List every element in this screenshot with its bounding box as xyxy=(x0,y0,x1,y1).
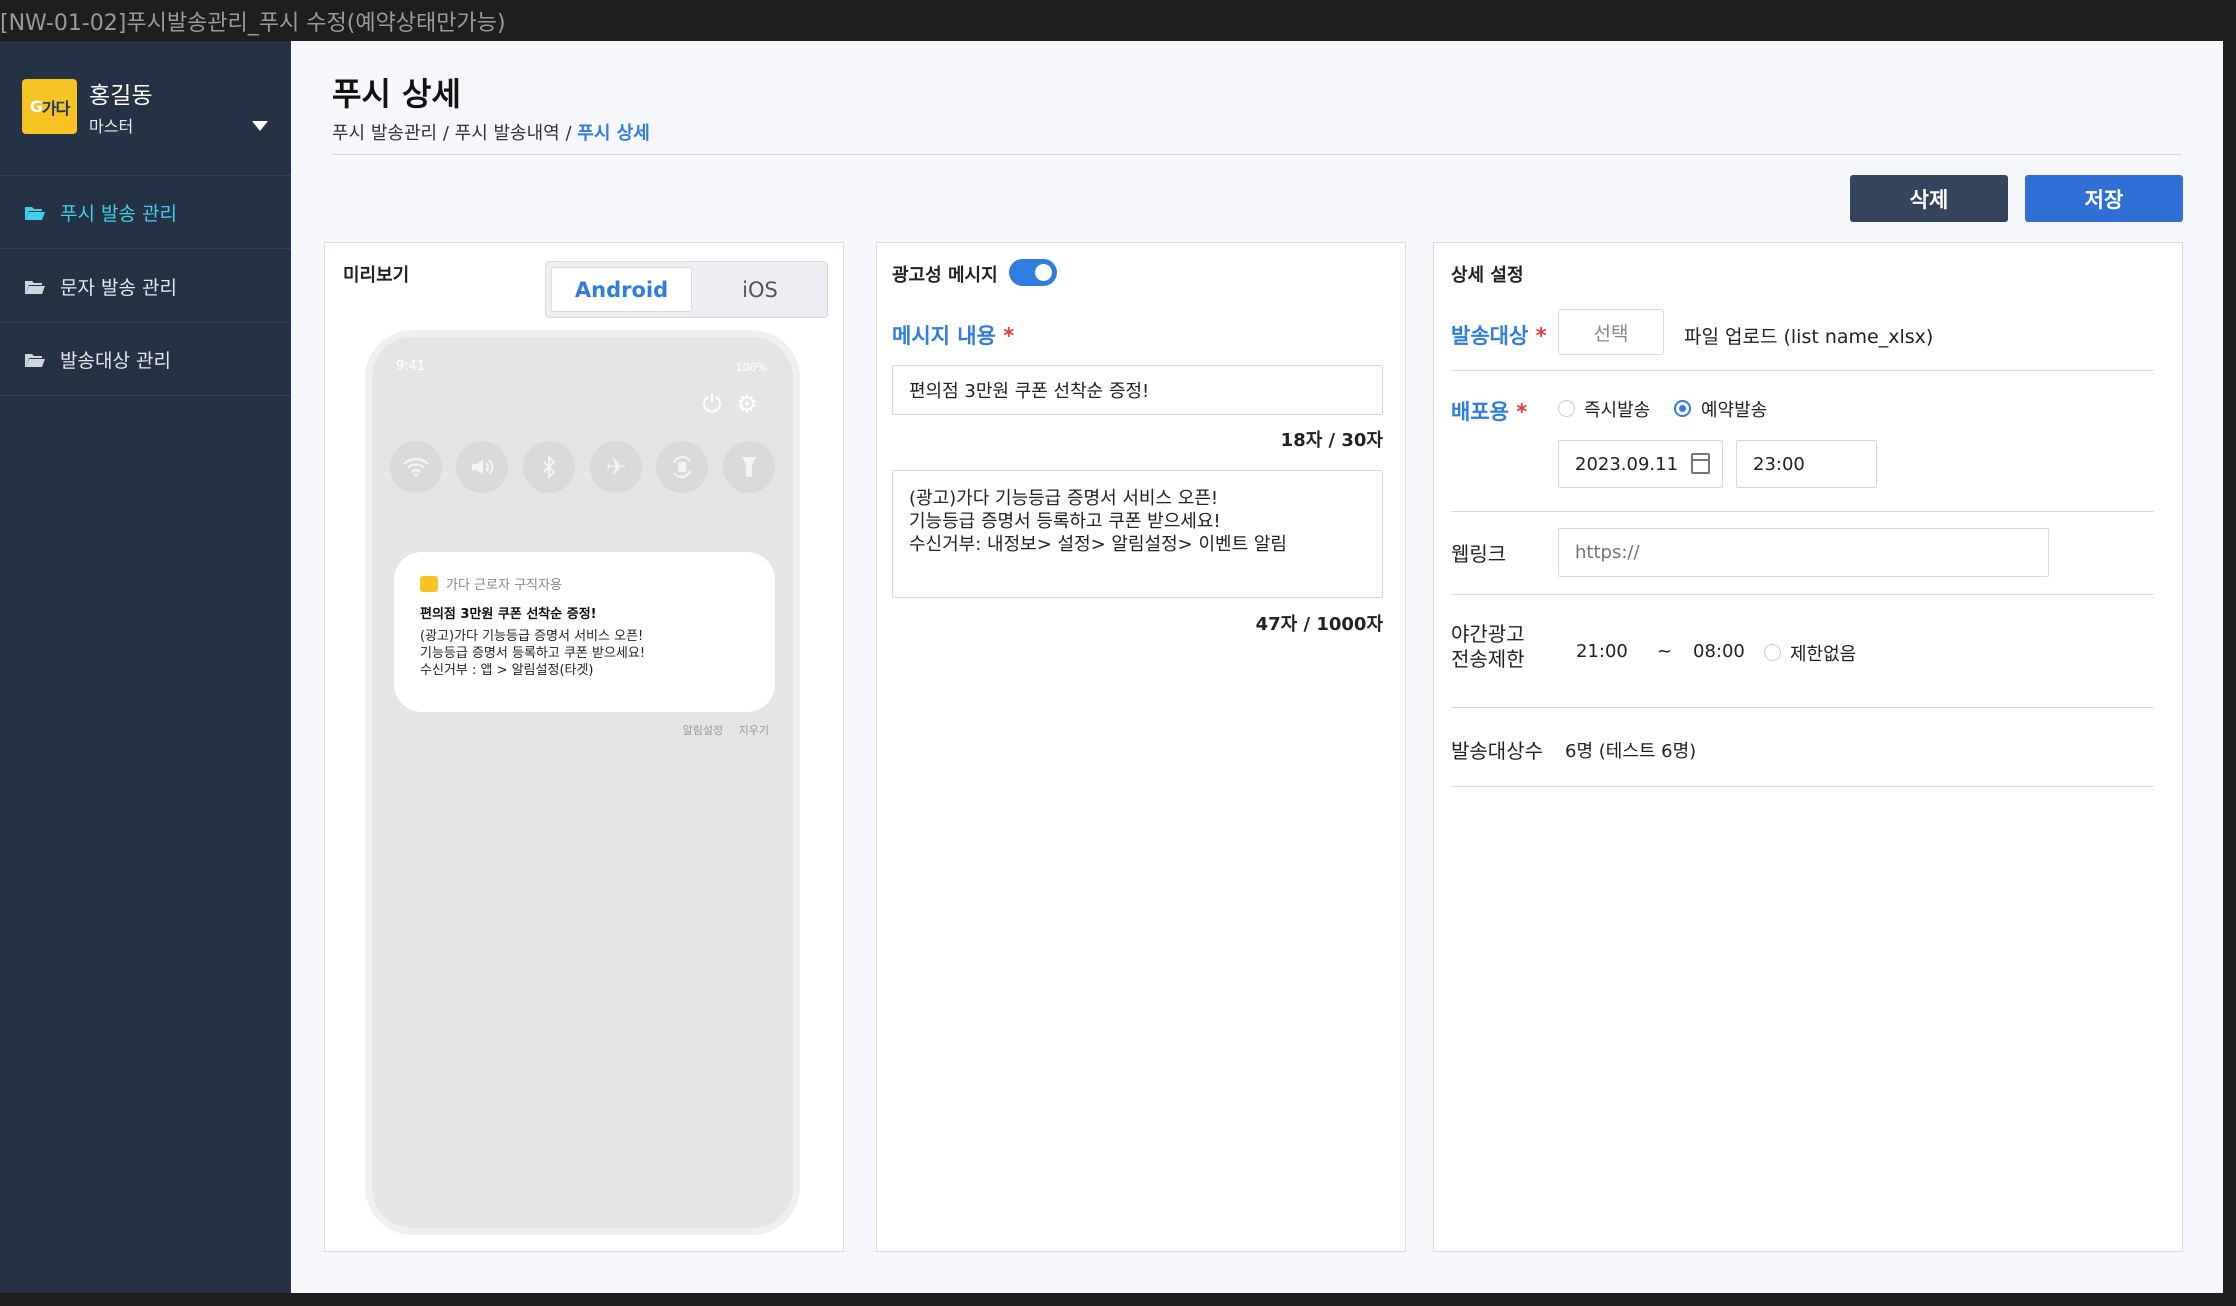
radio-immediate[interactable] xyxy=(1558,400,1575,417)
body-char-counter: 47자 / 1000자 xyxy=(1255,614,1383,635)
calendar-icon[interactable] xyxy=(1691,453,1710,474)
notification-card[interactable]: 가다 근로자 구직자용 편의점 3만원 쿠폰 선착순 증정! (광고)가다 기능… xyxy=(394,552,775,712)
folder-open-icon xyxy=(24,204,46,220)
radio-scheduled-label: 예약발송 xyxy=(1701,400,1768,421)
breadcrumb: 푸시 발송관리 / 푸시 발송내역 / 푸시 상세 xyxy=(332,119,650,145)
sidebar-item-sms[interactable]: 문자 발송 관리 xyxy=(0,250,291,323)
required-mark: * xyxy=(1516,400,1528,424)
target-count-label: 발송대상수 xyxy=(1451,739,1543,763)
ad-message-toggle[interactable] xyxy=(1009,259,1057,286)
detail-settings-label: 상세 설정 xyxy=(1451,265,1524,286)
radio-scheduled[interactable] xyxy=(1674,400,1691,417)
sidebar-item-label: 푸시 발송 관리 xyxy=(60,202,177,225)
notification-app-name: 가다 근로자 구직자용 xyxy=(446,578,562,593)
title-char-counter: 18자 / 30자 xyxy=(1280,430,1383,451)
gear-icon: ⚙ xyxy=(736,390,758,418)
schedule-date-input[interactable]: 2023.09.11 xyxy=(1558,440,1723,488)
notification-actions: 알림설정 지우기 xyxy=(671,722,769,738)
detail-settings-panel: 상세 설정 발송대상 * 선택 파일 업로드 (list name_xlsx) … xyxy=(1433,242,2183,1252)
radio-immediate-label: 즉시발송 xyxy=(1584,400,1651,421)
divider xyxy=(332,154,2182,155)
night-ad-limit-label-line2: 전송제한 xyxy=(1451,647,1525,671)
target-file-text: 파일 업로드 (list name_xlsx) xyxy=(1684,326,1934,348)
radio-unlimited[interactable] xyxy=(1764,644,1781,661)
weblink-input[interactable] xyxy=(1558,528,2049,577)
notification-app: 가다 근로자 구직자용 xyxy=(420,574,562,593)
flashlight-icon xyxy=(723,441,775,493)
divider xyxy=(1451,594,2154,595)
target-count-value: 6명 (테스트 6명) xyxy=(1565,741,1697,762)
sound-icon xyxy=(456,441,508,493)
app-logo: G 가다 xyxy=(22,79,77,134)
divider xyxy=(1451,786,2154,787)
sidebar: G 가다 홍길동 마스터 푸시 발송 관리 문자 발송 관리 발송대상 관리 xyxy=(0,41,291,1293)
target-select-button[interactable]: 선택 xyxy=(1558,309,1664,355)
required-mark: * xyxy=(1003,324,1015,348)
phone-mockup: 9:41 100% ⏻ ⚙ ✈ 가다 근로자 구직자용 편의점 3만원 쿠폰 선… xyxy=(365,330,800,1235)
chevron-down-icon[interactable] xyxy=(252,121,268,131)
sidebar-item-label: 발송대상 관리 xyxy=(60,349,171,372)
preview-label: 미리보기 xyxy=(343,265,410,286)
rotate-icon xyxy=(656,441,708,493)
bluetooth-icon xyxy=(523,441,575,493)
night-from-time[interactable]: 21:00 xyxy=(1576,641,1628,662)
message-panel: 광고성 메시지 메시지 내용 * 편의점 3만원 쿠폰 선착순 증정! 18자 … xyxy=(876,242,1406,1252)
phone-time: 9:41 xyxy=(396,359,426,374)
window-title: [NW-01-02]푸시발송관리_푸시 수정(예약상태만가능) xyxy=(0,0,2236,41)
weblink-label: 웹링크 xyxy=(1451,542,1507,566)
preview-panel: 미리보기 Android iOS 9:41 100% ⏻ ⚙ ✈ 가다 근로자 … xyxy=(324,242,844,1252)
schedule-time-input[interactable]: 23:00 xyxy=(1736,440,1877,488)
message-content-label: 메시지 내용 * xyxy=(892,320,1014,350)
message-content-label-text: 메시지 내용 xyxy=(892,324,996,348)
sidebar-item-label: 문자 발송 관리 xyxy=(60,276,177,299)
notification-settings-link[interactable]: 알림설정 xyxy=(683,724,723,737)
breadcrumb-item[interactable]: 푸시 발송내역 xyxy=(455,123,560,144)
target-label-text: 발송대상 xyxy=(1451,324,1529,348)
schedule-label-text: 배포용 xyxy=(1451,400,1509,424)
divider xyxy=(1451,707,2154,708)
breadcrumb-separator: / xyxy=(442,123,449,144)
tab-android[interactable]: Android xyxy=(551,267,692,312)
night-ad-limit-label: 야간광고 전송제한 xyxy=(1451,622,1525,672)
platform-switch: Android iOS xyxy=(545,261,828,318)
ad-message-label: 광고성 메시지 xyxy=(892,265,998,286)
user-name: 홍길동 xyxy=(89,83,153,109)
sidebar-item-push[interactable]: 푸시 발송 관리 xyxy=(0,176,291,249)
breadcrumb-item[interactable]: 푸시 발송관리 xyxy=(332,123,437,144)
power-icon: ⏻ xyxy=(702,390,722,418)
phone-battery: 100% xyxy=(735,361,767,374)
user-profile: G 가다 홍길동 마스터 xyxy=(0,41,291,176)
breadcrumb-separator: / xyxy=(565,123,572,144)
delete-button[interactable]: 삭제 xyxy=(1850,175,2008,222)
page-title: 푸시 상세 xyxy=(332,75,461,113)
notification-clear-link[interactable]: 지우기 xyxy=(739,724,769,737)
message-title-input[interactable]: 편의점 3만원 쿠폰 선착순 증정! xyxy=(892,365,1383,415)
sidebar-item-target[interactable]: 발송대상 관리 xyxy=(0,323,291,396)
night-tilde: ~ xyxy=(1657,641,1673,662)
wifi-icon xyxy=(390,441,442,493)
schedule-date-value: 2023.09.11 xyxy=(1575,453,1679,475)
user-role: 마스터 xyxy=(89,117,134,136)
schedule-label: 배포용 * xyxy=(1451,396,1527,426)
night-ad-limit-label-line1: 야간광고 xyxy=(1451,622,1525,646)
night-to-time[interactable]: 08:00 xyxy=(1693,641,1745,662)
message-body-textarea[interactable]: (광고)가다 기능등급 증명서 서비스 오픈! 기능등급 증명서 등록하고 쿠폰… xyxy=(892,470,1383,598)
folder-open-icon xyxy=(24,351,46,367)
divider xyxy=(1451,370,2154,371)
required-mark: * xyxy=(1535,324,1547,348)
divider xyxy=(1451,511,2154,512)
airplane-icon: ✈ xyxy=(590,441,642,493)
app-logo xyxy=(420,575,438,592)
notification-title: 편의점 3만원 쿠폰 선착순 증정! xyxy=(420,607,597,622)
folder-open-icon xyxy=(24,278,46,294)
main-content: 푸시 상세 푸시 발송관리 / 푸시 발송내역 / 푸시 상세 삭제 저장 미리… xyxy=(291,41,2223,1293)
tab-ios[interactable]: iOS xyxy=(696,267,824,312)
toggle-knob xyxy=(1035,264,1052,281)
radio-unlimited-label: 제한없음 xyxy=(1790,644,1857,665)
notification-body: (광고)가다 기능등급 증명서 서비스 오픈! 기능등급 증명서 등록하고 쿠폰… xyxy=(420,629,646,678)
target-label: 발송대상 * xyxy=(1451,320,1547,350)
save-button[interactable]: 저장 xyxy=(2025,175,2183,222)
breadcrumb-current: 푸시 상세 xyxy=(577,123,650,144)
